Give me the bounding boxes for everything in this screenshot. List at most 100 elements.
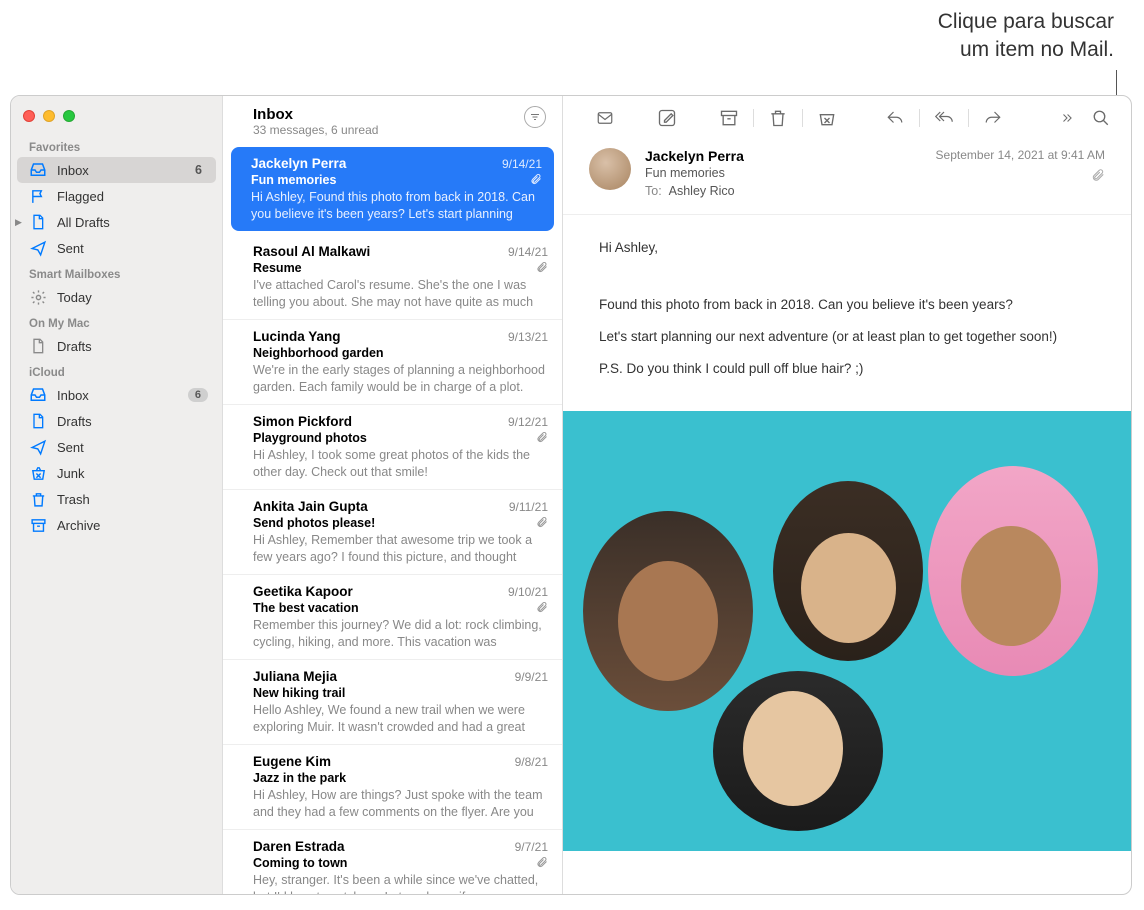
message-subject: Coming to town [253, 854, 347, 870]
message-list-header: Inbox 33 messages, 6 unread [223, 96, 562, 143]
sidebar-label: Drafts [57, 414, 208, 429]
message-date: 9/11/21 [509, 500, 548, 514]
message-preview: We're in the early stages of planning a … [253, 360, 548, 394]
sidebar-item-sent[interactable]: Sent [11, 235, 222, 261]
trash-icon [29, 490, 47, 508]
message-date: 9/10/21 [508, 585, 548, 599]
archive-button[interactable] [715, 106, 743, 130]
message-subject: New hiking trail [253, 684, 345, 700]
message-date: 9/12/21 [508, 415, 548, 429]
draft-icon [29, 213, 47, 231]
message-preview: Hi Ashley, Remember that awesome trip we… [253, 530, 548, 564]
sidebar-label: Trash [57, 492, 208, 507]
delete-button[interactable] [764, 106, 792, 130]
message-subject: The best vacation [253, 599, 359, 615]
message-item[interactable]: Ankita Jain Gupta9/11/21Send photos plea… [223, 490, 562, 575]
inbox-icon [29, 386, 47, 404]
message-sender: Daren Estrada [253, 839, 345, 854]
reply-button[interactable] [881, 106, 909, 130]
message-date: 9/7/21 [515, 840, 548, 854]
compose-button[interactable] [653, 106, 681, 130]
message-date: 9/8/21 [515, 755, 548, 769]
flag-icon [29, 187, 47, 205]
attachment-icon [536, 261, 548, 273]
message-item[interactable]: Eugene Kim9/8/21Jazz in the parkHi Ashle… [223, 745, 562, 830]
sidebar-label: Drafts [57, 339, 208, 354]
message-list[interactable]: Jackelyn Perra9/14/21Fun memoriesHi Ashl… [223, 143, 562, 894]
sidebar-section-icloud: iCloud [11, 359, 222, 382]
reader-pane: Jackelyn Perra Fun memories To: Ashley R… [563, 96, 1131, 894]
sidebar-item-icloud-trash[interactable]: Trash [11, 486, 222, 512]
draft-icon [29, 337, 47, 355]
sidebar-label: Flagged [57, 189, 208, 204]
reply-all-button[interactable] [930, 106, 958, 130]
message-from: Jackelyn Perra [645, 148, 922, 164]
message-item[interactable]: Geetika Kapoor9/10/21The best vacationRe… [223, 575, 562, 660]
message-preview: Hi Ashley, Found this photo from back in… [251, 187, 542, 221]
draft-icon [29, 412, 47, 430]
close-window-button[interactable] [23, 110, 35, 122]
message-item[interactable]: Rasoul Al Malkawi 9/14/21 ResumeI've attac… [223, 235, 562, 320]
message-date: 9/9/21 [515, 670, 548, 684]
filter-button[interactable] [524, 106, 546, 128]
message-preview: Hey, stranger. It's been a while since w… [253, 870, 548, 894]
envelope-button[interactable] [591, 106, 619, 130]
sidebar-label: All Drafts [57, 215, 208, 230]
message-preview: I've attached Carol's resume. She's the … [253, 275, 548, 309]
sidebar-item-flagged[interactable]: Flagged [11, 183, 222, 209]
sidebar-item-icloud-inbox[interactable]: Inbox 6 [11, 382, 222, 408]
attachment-icon [536, 601, 548, 613]
message-date: 9/14/21 [508, 245, 548, 259]
message-item[interactable]: Daren Estrada 9/7/21 Coming to townHey, st… [223, 830, 562, 894]
toolbar-separator [753, 109, 754, 127]
message-header: Jackelyn Perra Fun memories To: Ashley R… [563, 138, 1131, 215]
sidebar-item-today[interactable]: Today [11, 284, 222, 310]
attachment-icon [536, 856, 548, 868]
message-subject: Fun memories [251, 171, 336, 187]
sidebar-item-icloud-drafts[interactable]: Drafts [11, 408, 222, 434]
attached-photo[interactable] [563, 411, 1131, 851]
inbox-icon [29, 161, 47, 179]
sidebar-item-local-drafts[interactable]: Drafts [11, 333, 222, 359]
inbox-subtitle: 33 messages, 6 unread [253, 123, 378, 137]
junk-button[interactable] [813, 106, 841, 130]
mail-window: Favorites Inbox 6 Flagged ▶ All Drafts [10, 95, 1132, 895]
message-sender: Lucinda Yang [253, 329, 341, 344]
sidebar-label: Inbox [57, 388, 178, 403]
message-sender: Rasoul Al Malkawi [253, 244, 370, 259]
message-item[interactable]: Jackelyn Perra9/14/21Fun memoriesHi Ashl… [231, 147, 554, 231]
forward-button[interactable] [979, 106, 1007, 130]
message-item[interactable]: Lucinda Yang9/13/21Neighborhood gardenWe… [223, 320, 562, 405]
junk-icon [29, 464, 47, 482]
message-subject: Resume [253, 259, 302, 275]
sidebar-badge: 6 [195, 163, 202, 177]
attachment-icon [530, 173, 542, 185]
archive-icon [29, 516, 47, 534]
sidebar: Favorites Inbox 6 Flagged ▶ All Drafts [11, 96, 223, 894]
sidebar-label: Junk [57, 466, 208, 481]
sidebar-section-favorites: Favorites [11, 134, 222, 157]
toolbar-separator [968, 109, 969, 127]
sidebar-item-icloud-sent[interactable]: Sent [11, 434, 222, 460]
message-subject: Jazz in the park [253, 769, 346, 785]
message-preview: Remember this journey? We did a lot: roc… [253, 615, 548, 649]
sidebar-section-onmac: On My Mac [11, 310, 222, 333]
sidebar-item-inbox[interactable]: Inbox 6 [17, 157, 216, 183]
window-controls [11, 104, 222, 134]
search-button[interactable] [1087, 106, 1115, 130]
message-item[interactable]: Simon Pickford9/12/21Playground photosHi… [223, 405, 562, 490]
minimize-window-button[interactable] [43, 110, 55, 122]
message-body: Hi Ashley, Found this photo from back in… [563, 215, 1131, 407]
maximize-window-button[interactable] [63, 110, 75, 122]
sidebar-item-all-drafts[interactable]: ▶ All Drafts [11, 209, 222, 235]
message-item[interactable]: Juliana Mejia9/9/21New hiking trailHello… [223, 660, 562, 745]
message-preview: Hello Ashley, We found a new trail when … [253, 700, 548, 734]
sent-icon [29, 239, 47, 257]
message-preview: Hi Ashley, How are things? Just spoke wi… [253, 785, 548, 819]
more-button[interactable] [1053, 106, 1081, 130]
callout-text: Clique para buscar um item no Mail. [938, 8, 1114, 65]
sidebar-label: Today [57, 290, 208, 305]
sidebar-item-icloud-junk[interactable]: Junk [11, 460, 222, 486]
sidebar-item-icloud-archive[interactable]: Archive [11, 512, 222, 538]
sent-icon [29, 438, 47, 456]
